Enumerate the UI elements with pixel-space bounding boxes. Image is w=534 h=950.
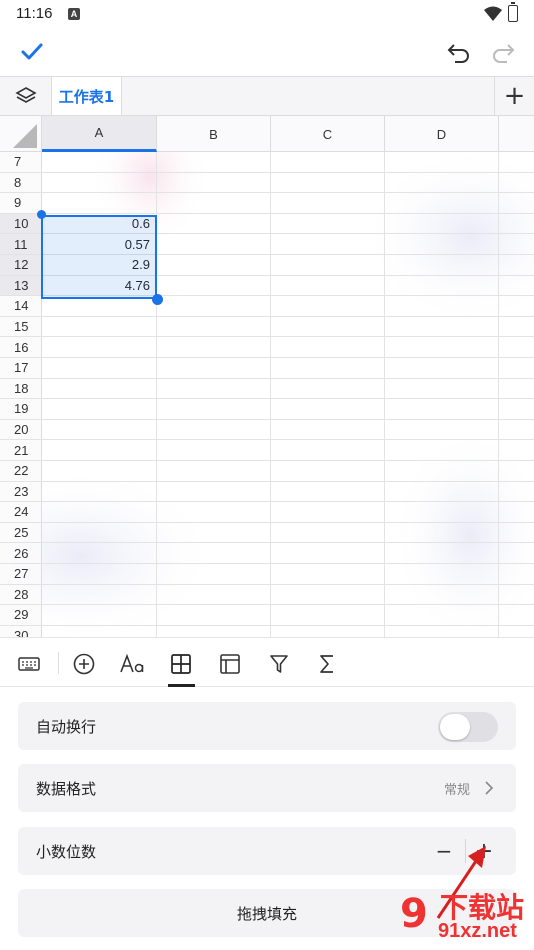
wrap-text-row: 自动换行: [18, 702, 516, 750]
column-header-a[interactable]: A: [42, 116, 157, 152]
status-bar: 11:16 A: [0, 0, 534, 30]
row-column-button[interactable]: [216, 650, 244, 678]
table-row: 28: [0, 584, 534, 606]
font-style-button[interactable]: [118, 650, 146, 678]
row-header[interactable]: 14: [0, 296, 42, 316]
undo-icon[interactable]: [446, 40, 472, 64]
table-row: 23: [0, 481, 534, 503]
edit-toolbar: [0, 637, 534, 687]
row-header[interactable]: 22: [0, 461, 42, 481]
table-row: 20: [0, 419, 534, 441]
row-header[interactable]: 8: [0, 172, 42, 193]
battery-icon: [508, 2, 518, 22]
row-header[interactable]: 20: [0, 419, 42, 440]
redo-icon[interactable]: [490, 40, 516, 64]
row-header[interactable]: 16: [0, 337, 42, 357]
table-row: 26: [0, 543, 534, 564]
keyboard-button[interactable]: [15, 650, 43, 678]
selection-end-handle[interactable]: [152, 294, 163, 305]
decimal-places-label: 小数位数: [36, 842, 97, 861]
insert-button[interactable]: [70, 650, 98, 678]
table-row: 30: [0, 625, 534, 637]
table-row: 24: [0, 502, 534, 523]
table-row: 14: [0, 296, 534, 317]
column-header-b[interactable]: B: [157, 116, 271, 152]
selection-start-handle[interactable]: [37, 210, 46, 219]
cell-selection-range[interactable]: [41, 215, 157, 299]
add-circle-icon: [73, 653, 95, 675]
column-header-d[interactable]: D: [385, 116, 499, 152]
row-header[interactable]: 29: [0, 605, 42, 625]
row-header[interactable]: 25: [0, 522, 42, 543]
table-row: 25: [0, 522, 534, 544]
keyboard-icon: [18, 657, 40, 671]
toggle-knob: [440, 714, 470, 740]
grid-cell-icon: [171, 654, 191, 674]
row-header[interactable]: 13: [0, 275, 42, 296]
row-header[interactable]: 12: [0, 255, 42, 275]
table-row: 22: [0, 461, 534, 482]
table-row: 17: [0, 358, 534, 379]
row-header[interactable]: 19: [0, 399, 42, 419]
select-all-corner[interactable]: [0, 116, 42, 152]
row-header[interactable]: 23: [0, 481, 42, 502]
row-header[interactable]: 10: [0, 213, 42, 234]
table-row: 9: [0, 193, 534, 214]
wifi-icon: [484, 6, 502, 21]
toolbar-divider: [58, 652, 59, 674]
chevron-right-icon: [485, 781, 494, 795]
table-row: 21: [0, 440, 534, 461]
row-header[interactable]: 7: [0, 152, 42, 172]
tab-sheet1[interactable]: 工作表1: [52, 77, 122, 115]
table-row: 8: [0, 172, 534, 194]
column-header-c[interactable]: C: [271, 116, 385, 152]
row-header[interactable]: 30: [0, 625, 42, 637]
filter-button[interactable]: [265, 650, 293, 678]
confirm-check-icon[interactable]: [18, 38, 46, 66]
top-action-bar: [0, 30, 534, 76]
sheet-list-button[interactable]: [0, 77, 52, 115]
table-layout-icon: [220, 654, 240, 674]
site-watermark: 9 下载站 91xz.net: [400, 886, 532, 948]
sum-sigma-icon: [320, 655, 333, 673]
row-header[interactable]: 11: [0, 234, 42, 254]
wrap-text-label: 自动换行: [36, 717, 97, 736]
notification-app-icon: A: [68, 8, 80, 20]
wrap-text-toggle[interactable]: [438, 712, 498, 742]
table-row: 16: [0, 337, 534, 358]
table-row: 19: [0, 399, 534, 420]
row-header[interactable]: 9: [0, 193, 42, 213]
data-format-row[interactable]: 数据格式 常规: [18, 764, 516, 812]
row-header[interactable]: 24: [0, 502, 42, 522]
table-row: 7: [0, 152, 534, 173]
sheet-tab-bar: 工作表1 +: [0, 76, 534, 116]
row-header[interactable]: 18: [0, 378, 42, 399]
row-header[interactable]: 15: [0, 316, 42, 337]
watermark-site: 91xz.net: [438, 920, 517, 942]
column-header-row: A B C D: [0, 116, 534, 152]
row-header[interactable]: 27: [0, 564, 42, 584]
table-row: 27: [0, 564, 534, 585]
row-header[interactable]: 21: [0, 440, 42, 460]
status-time: 11:16: [16, 5, 53, 22]
row-header[interactable]: 26: [0, 543, 42, 563]
table-row: 15: [0, 316, 534, 338]
row-header[interactable]: 17: [0, 358, 42, 378]
cell-format-button[interactable]: [167, 650, 195, 678]
layers-icon: [14, 87, 37, 103]
table-row: 29: [0, 605, 534, 626]
spreadsheet-grid[interactable]: A B C D 7 8 9 10 0.6 11 0.57 12 2.9 13 4.76 …: [0, 116, 534, 637]
table-row: 18: [0, 378, 534, 400]
add-sheet-button[interactable]: +: [494, 77, 534, 115]
data-format-value: 常规: [443, 782, 470, 798]
data-format-label: 数据格式: [36, 779, 97, 798]
row-header[interactable]: 28: [0, 584, 42, 605]
formula-button[interactable]: [313, 650, 341, 678]
text-format-icon: [120, 653, 144, 673]
filter-icon: [270, 655, 288, 673]
